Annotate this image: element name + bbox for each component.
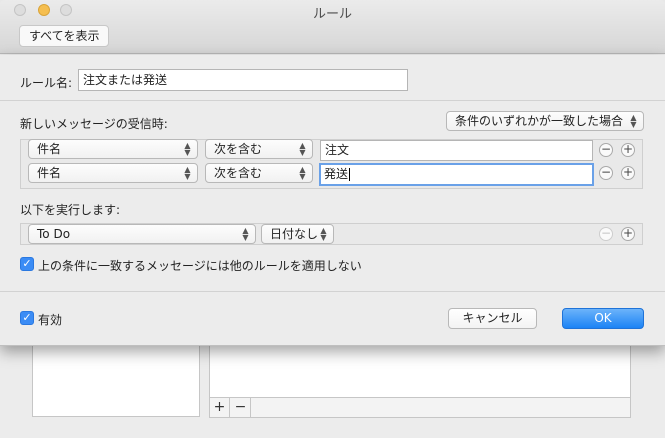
condition-operator-value: 次を含む (214, 142, 263, 156)
remove-condition-button[interactable]: − (599, 143, 613, 157)
divider (0, 291, 665, 292)
match-mode-popup[interactable]: 条件のいずれかが一致した場合 ▲ ▼ (446, 111, 644, 131)
updown-arrows-icon: ▲ ▼ (299, 141, 306, 157)
add-rule-button[interactable]: + (210, 398, 230, 417)
condition-field-value: 件名 (37, 142, 62, 156)
when-label: 新しいメッセージの受信時: (20, 117, 168, 131)
condition-operator-popup[interactable]: 次を含む ▲ ▼ (205, 139, 313, 159)
ok-button[interactable]: OK (562, 308, 644, 329)
updown-arrows-icon: ▲ ▼ (320, 226, 327, 242)
condition-field-value: 件名 (37, 166, 62, 180)
updown-arrows-icon: ▲ ▼ (242, 226, 249, 242)
action-type-popup[interactable]: To Do ▲ ▼ (28, 224, 256, 244)
condition-value-text: 発送 (324, 167, 349, 181)
condition-operator-value: 次を含む (214, 166, 263, 180)
text-caret (349, 168, 351, 181)
add-condition-button[interactable]: + (621, 166, 635, 180)
rule-name-label: ルール名: (20, 76, 73, 90)
remove-condition-button[interactable]: − (599, 166, 613, 180)
show-all-button[interactable]: すべてを表示 (19, 25, 110, 47)
condition-value-field[interactable]: 発送 (319, 163, 594, 186)
rules-list[interactable] (209, 340, 631, 398)
rule-editor-sheet: ルール名: 注文または発送 新しいメッセージの受信時: 条件のいずれかが一致した… (0, 55, 665, 346)
stop-rules-label: 上の条件に一致するメッセージには他のルールを適用しない (38, 259, 362, 273)
stop-rules-checkbox[interactable]: ✓ (20, 257, 34, 271)
condition-value-field[interactable]: 注文 (320, 140, 593, 161)
rules-window: ルール すべてを表示 + − ▲ ▼ ルール名: 注文または発送 新しいメッセー… (0, 0, 665, 438)
condition-operator-popup[interactable]: 次を含む ▲ ▼ (205, 163, 313, 183)
match-mode-value: 条件のいずれかが一致した場合 (455, 114, 624, 128)
divider (0, 100, 665, 101)
rules-list-toolbar: + − ▲ ▼ (209, 398, 631, 418)
cancel-button[interactable]: キャンセル (448, 308, 537, 329)
window-title: ルール (312, 7, 352, 22)
updown-arrows-icon: ▲ ▼ (630, 113, 637, 129)
accounts-list[interactable] (32, 340, 200, 417)
action-option-value: 日付なし (270, 227, 319, 241)
condition-field-popup[interactable]: 件名 ▲ ▼ (28, 139, 198, 159)
enabled-checkbox[interactable]: ✓ (20, 311, 34, 325)
condition-field-popup[interactable]: 件名 ▲ ▼ (28, 163, 198, 183)
add-condition-button[interactable]: + (621, 143, 635, 157)
action-option-popup[interactable]: 日付なし ▲ ▼ (261, 224, 334, 244)
action-type-value: To Do (37, 227, 71, 241)
remove-action-button[interactable]: − (599, 227, 613, 241)
add-action-button[interactable]: + (621, 227, 635, 241)
remove-rule-button[interactable]: − (231, 398, 251, 417)
titlebar: ルール すべてを表示 (0, 0, 665, 54)
enabled-label: 有効 (38, 313, 63, 327)
updown-arrows-icon: ▲ ▼ (184, 141, 191, 157)
updown-arrows-icon: ▲ ▼ (184, 165, 191, 181)
rule-name-field[interactable]: 注文または発送 (78, 69, 408, 91)
actions-label: 以下を実行します: (20, 203, 121, 217)
updown-arrows-icon: ▲ ▼ (299, 165, 306, 181)
